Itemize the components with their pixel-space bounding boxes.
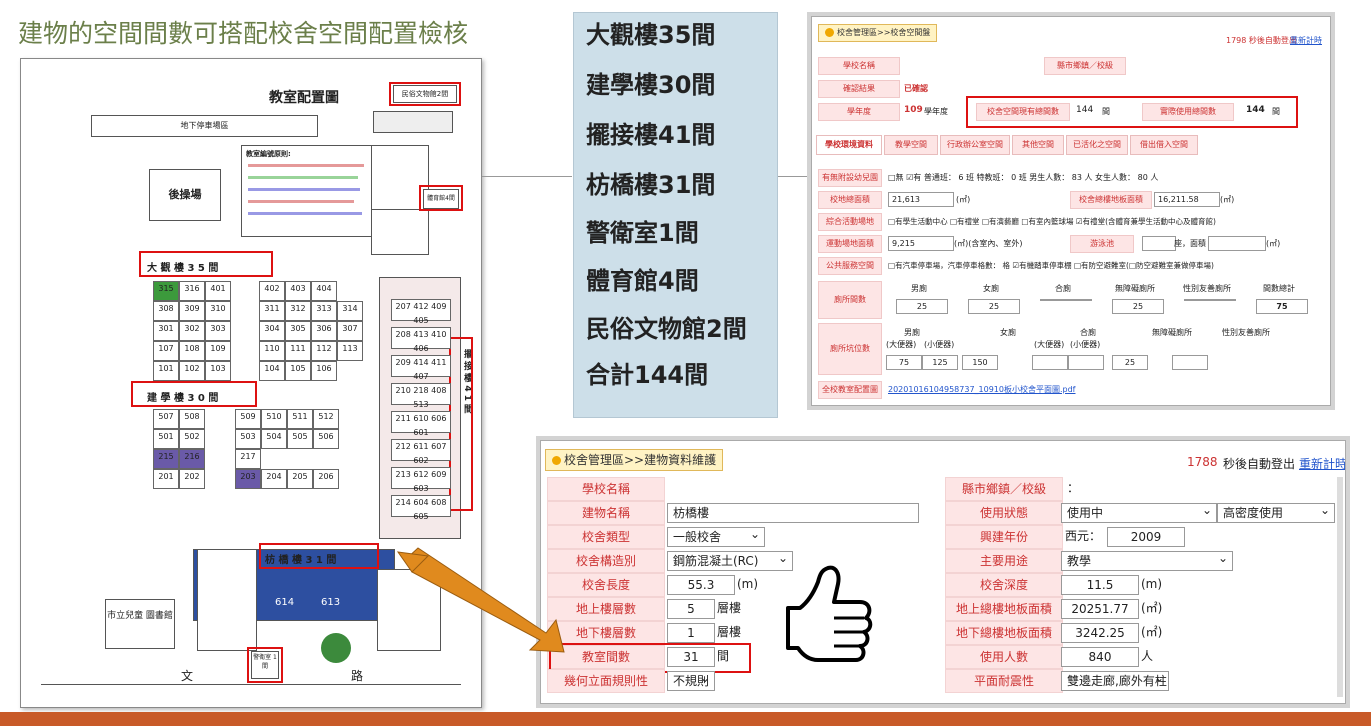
arrow-body: [404, 547, 565, 653]
bottom-accent-bar: [0, 712, 1371, 726]
link-arrow: [396, 547, 565, 653]
thumbs-up-icon: [786, 565, 873, 662]
